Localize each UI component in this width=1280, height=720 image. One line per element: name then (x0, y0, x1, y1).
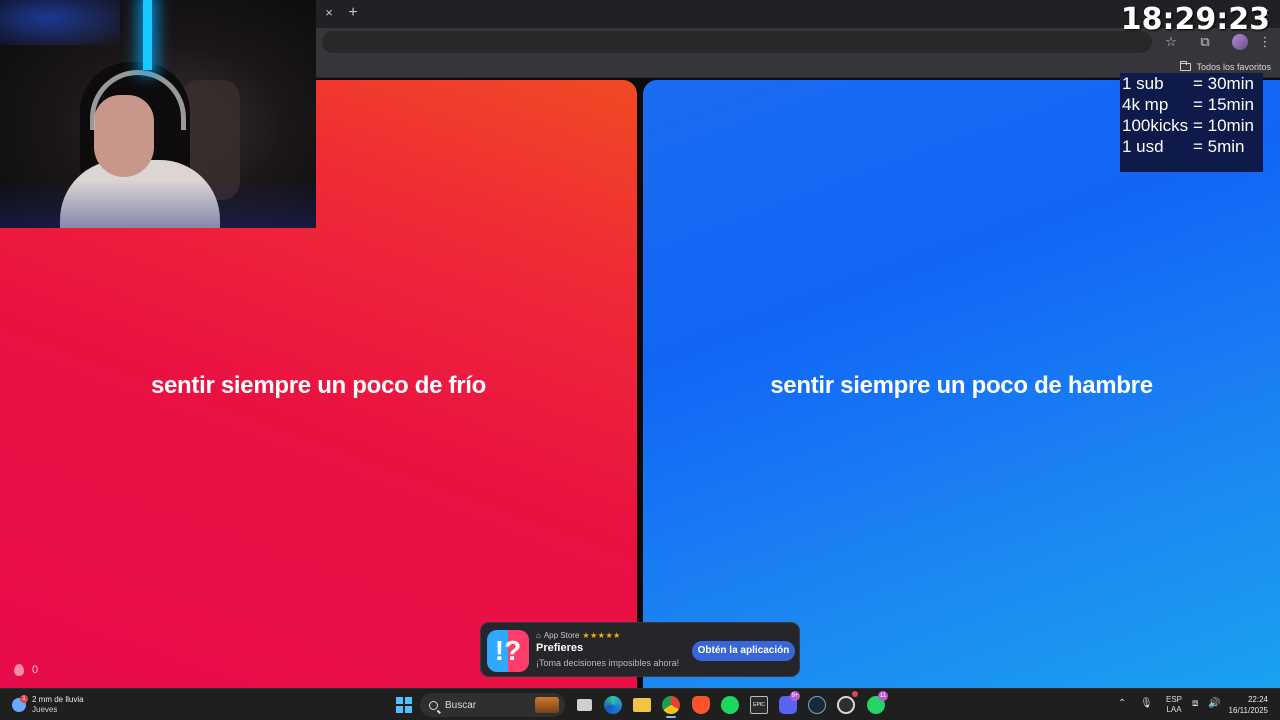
tab-close-icon[interactable]: × (322, 6, 336, 20)
rate-row: 1 usd = 5min (1122, 136, 1261, 157)
search-icon (429, 700, 438, 710)
whatsapp-app[interactable]: 11 (865, 691, 888, 716)
folder-icon (1180, 61, 1192, 71)
microphone-icon[interactable]: 🎙 (1140, 698, 1153, 709)
likes-counter: 0 (14, 664, 38, 676)
system-clock[interactable]: 22:24 16/11/2025 (1229, 694, 1268, 716)
app-store-banner[interactable]: !? ⌂ App Store ★★★★★ Prefieres ¡Toma dec… (480, 622, 800, 677)
rate-key: 4k mp (1122, 95, 1169, 114)
folder-app-icon (633, 698, 651, 712)
task-view-icon (576, 699, 592, 711)
store-name: App Store (543, 631, 580, 640)
edge-icon (604, 696, 622, 714)
chevron-up-icon[interactable]: ⌃ (1118, 698, 1126, 709)
app-subtitle: ¡Toma decisiones imposibles ahora! (536, 658, 680, 668)
rate-row: 4k mp = 15min (1122, 94, 1261, 115)
all-bookmarks-label: Todos los favoritos (1196, 62, 1271, 72)
spotify-icon (721, 696, 739, 714)
file-explorer-app[interactable] (631, 694, 653, 716)
steam-icon (808, 696, 826, 714)
weather-day: Jueves (32, 705, 58, 714)
epic-games-app[interactable]: EPIC (748, 694, 770, 716)
weather-icon: 1 (12, 695, 28, 712)
app-title: Prefieres (536, 642, 584, 654)
windows-taskbar: 1 2 mm de lluvia Jueves Buscar EPIC 9+ 1… (0, 688, 1280, 720)
subathon-rates: 1 sub = 30min 4k mp = 15min 100kicks = 1… (1120, 73, 1263, 172)
weather-main: 2 mm de lluvia (32, 695, 84, 704)
discord-badge: 9+ (790, 691, 800, 701)
chrome-icon (662, 696, 680, 714)
start-button[interactable] (393, 694, 415, 716)
whatsapp-badge: 11 (878, 691, 888, 701)
rate-row: 100kicks = 10min (1122, 115, 1261, 136)
rating-stars: ★★★★★ (582, 631, 621, 640)
app-icon: !? (487, 630, 529, 672)
obs-app[interactable] (835, 691, 858, 716)
language-indicator[interactable]: ESP LAA (1166, 695, 1182, 715)
rate-row: 1 sub = 30min (1122, 73, 1261, 94)
get-app-button[interactable]: Obtén la aplicación (692, 641, 795, 661)
task-view-button[interactable] (573, 694, 595, 716)
rate-value: = 10min (1192, 116, 1254, 135)
discord-app[interactable]: 9+ (777, 691, 800, 716)
flame-icon (14, 664, 24, 676)
search-label: Buscar (445, 699, 477, 711)
taskbar-search[interactable]: Buscar (420, 693, 565, 717)
address-bar[interactable] (322, 31, 1152, 53)
edge-app[interactable] (602, 694, 624, 716)
network-icon[interactable]: ⧈ (1192, 698, 1198, 709)
brave-icon (692, 696, 710, 714)
rate-key: 1 sub (1122, 74, 1164, 93)
rate-key: 100kicks (1122, 116, 1189, 135)
obs-icon (837, 696, 855, 714)
obs-recording-dot (852, 691, 858, 697)
new-tab-button[interactable]: + (345, 4, 361, 22)
store-line: ⌂ App Store ★★★★★ (536, 631, 621, 640)
windows-logo-icon (396, 697, 412, 713)
keyboard-layout: LAA (1166, 705, 1182, 714)
rate-key: 1 usd (1122, 137, 1164, 156)
app-store-icon: ⌂ (536, 631, 541, 640)
weather-widget[interactable]: 1 2 mm de lluvia Jueves (12, 693, 84, 717)
language-code: ESP (1166, 695, 1183, 704)
rate-value: = 15min (1192, 95, 1254, 114)
clock-date: 16/11/2025 (1228, 706, 1268, 715)
rate-value: = 5min (1192, 137, 1245, 156)
spotify-app[interactable] (719, 694, 741, 716)
volume-icon[interactable]: 🔊 (1208, 698, 1220, 709)
option-right-text: sentir siempre un poco de hambre (770, 372, 1153, 399)
clock-time: 22:24 (1247, 695, 1268, 704)
steam-app[interactable] (806, 694, 828, 716)
weather-badge: 1 (20, 695, 28, 703)
rate-value: = 30min (1192, 74, 1254, 93)
option-left-text: sentir siempre un poco de frío (150, 372, 487, 399)
chrome-app[interactable] (660, 694, 682, 718)
stream-timer: 18:29:23 (1120, 2, 1270, 37)
likes-count: 0 (32, 664, 39, 676)
webcam-overlay (0, 0, 316, 228)
search-highlight-image (535, 697, 559, 713)
all-bookmarks-folder[interactable]: Todos los favoritos (1180, 60, 1271, 74)
brave-app[interactable] (690, 694, 712, 716)
epic-games-icon: EPIC (750, 696, 768, 714)
